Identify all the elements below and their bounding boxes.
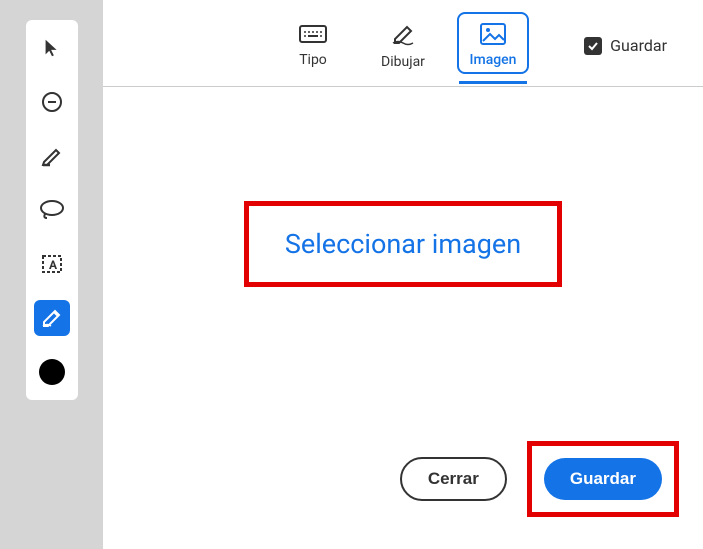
footer-buttons: Cerrar Guardar — [103, 441, 703, 549]
lasso-icon — [39, 200, 65, 220]
save-button[interactable]: Guardar — [544, 458, 662, 500]
tab-type-label: Tipo — [299, 52, 327, 68]
svg-text:A: A — [49, 258, 58, 272]
lasso-tool[interactable] — [34, 192, 70, 228]
tabs-row: Tipo Dibujar Imagen — [103, 0, 703, 87]
select-image-button[interactable]: Seleccionar imagen — [285, 228, 521, 260]
cursor-icon — [41, 37, 63, 59]
tab-draw-label: Dibujar — [381, 54, 425, 70]
comment-tool[interactable] — [34, 84, 70, 120]
checkmark-icon — [586, 39, 600, 53]
text-box-icon: A — [40, 252, 64, 276]
pen-tool[interactable] — [34, 300, 70, 336]
color-swatch-black — [39, 359, 65, 385]
keyboard-icon — [298, 22, 328, 46]
pen-icon — [40, 306, 64, 330]
select-tool[interactable] — [34, 30, 70, 66]
tab-image-label: Imagen — [470, 52, 517, 68]
color-picker[interactable] — [34, 354, 70, 390]
select-image-highlight: Seleccionar imagen — [244, 201, 562, 287]
highlight-tool[interactable] — [34, 138, 70, 174]
comment-icon — [40, 90, 64, 114]
save-checkbox[interactable] — [584, 37, 602, 55]
vertical-toolbar: A — [26, 20, 78, 400]
tabs-group: Tipo Dibujar Imagen — [277, 12, 529, 76]
save-checkbox-group[interactable]: Guardar — [584, 36, 667, 55]
save-button-highlight: Guardar — [527, 441, 679, 517]
highlighter-icon — [40, 144, 64, 168]
left-sidebar: A — [0, 0, 103, 549]
draw-icon — [390, 22, 416, 48]
tab-image[interactable]: Imagen — [457, 12, 529, 74]
tab-draw[interactable]: Dibujar — [367, 12, 439, 76]
main-panel: Tipo Dibujar Imagen — [103, 0, 703, 549]
tab-type[interactable]: Tipo — [277, 12, 349, 74]
image-icon — [479, 22, 507, 46]
text-box-tool[interactable]: A — [34, 246, 70, 282]
content-area: Seleccionar imagen — [103, 87, 703, 441]
close-button[interactable]: Cerrar — [400, 457, 507, 501]
save-checkbox-label: Guardar — [610, 36, 667, 55]
